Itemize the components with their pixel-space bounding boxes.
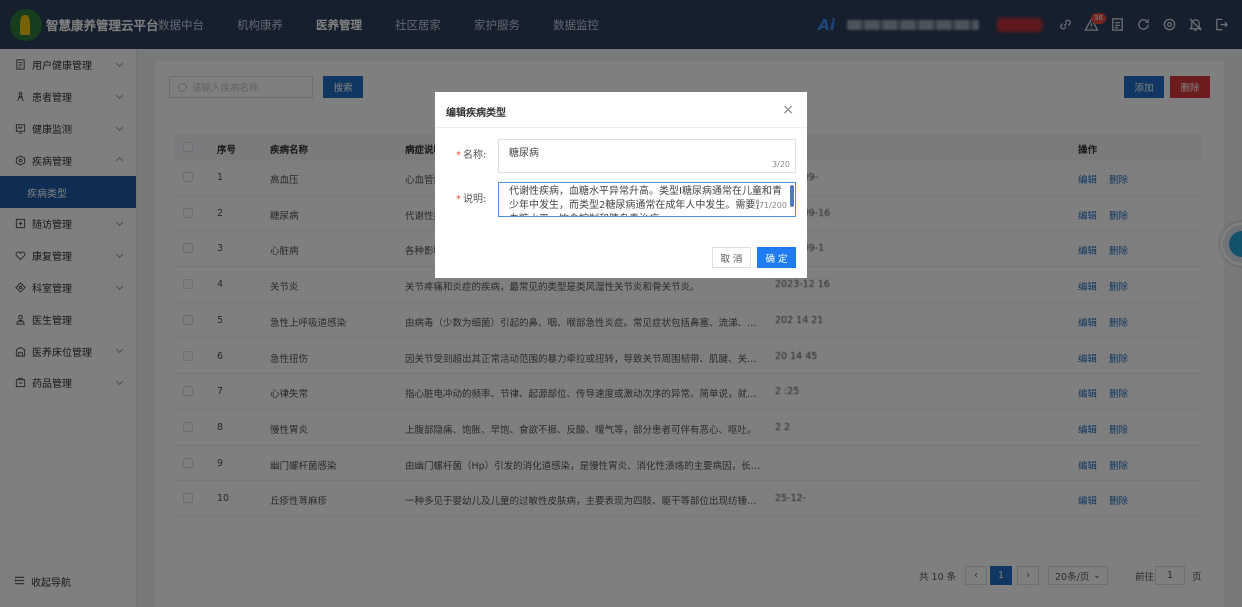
description-textarea[interactable]: 代谢性疾病，血糖水平异常升高。类型I糖尿病通常在儿童和青少年中发生，而类型2糖尿… [498, 182, 796, 217]
description-char-count: 71/200 [758, 199, 787, 213]
cancel-button[interactable]: 取 消 [712, 247, 751, 268]
name-label: * 名称: [456, 150, 487, 161]
textarea-scrollbar[interactable] [790, 185, 794, 207]
dialog-divider [435, 127, 807, 128]
confirm-button[interactable]: 确 定 [757, 247, 796, 268]
name-char-count: 3/20 [772, 160, 790, 169]
name-field[interactable]: 糖尿病 3/20 [498, 139, 796, 173]
description-value: 代谢性疾病，血糖水平异常升高。类型I糖尿病通常在儿童和青少年中发生，而类型2糖尿… [509, 186, 782, 216]
close-icon[interactable]: × [782, 102, 794, 118]
name-value: 糖尿病 [509, 148, 539, 159]
edit-disease-type-dialog: 编辑疾病类型 × * 名称: 糖尿病 3/20 * 说明: 代谢性疾病，血糖水平异常… [435, 92, 807, 278]
desc-label: * 说明: [456, 194, 487, 205]
dialog-title: 编辑疾病类型 [446, 108, 506, 119]
